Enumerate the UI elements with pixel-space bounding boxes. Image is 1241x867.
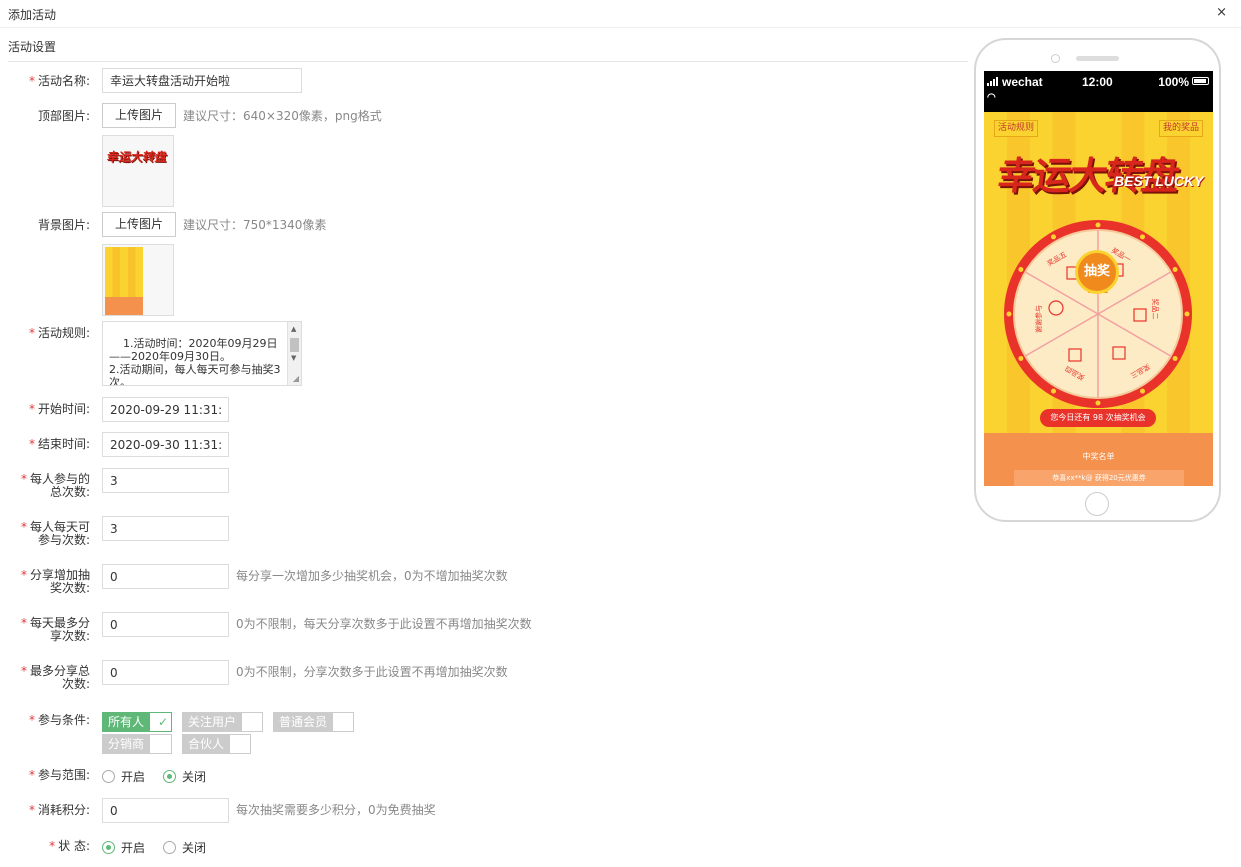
field-label: 顶部图片:: [37, 109, 90, 123]
bg-image-preview-bottom: [105, 297, 143, 315]
check-icon: ✓: [157, 715, 168, 729]
condition-label: 普通会员: [273, 712, 334, 732]
daily-times-input[interactable]: [102, 516, 229, 541]
share-add-hint: 每分享一次增加多少抽奖机会，0为不增加抽奖次数: [236, 569, 508, 583]
dialog-title: 添加活动: [8, 8, 57, 22]
bg-image-thumbnail[interactable]: [102, 244, 174, 316]
radio-label: 关闭: [182, 841, 207, 855]
signal-icon: [987, 77, 1000, 86]
activity-name-input[interactable]: [102, 68, 302, 93]
radio-circle: [102, 770, 115, 783]
wheel-segment-label: 奖品二: [1151, 299, 1160, 320]
form-row-top-image: 顶部图片: 上传图片 建议尺寸：640×320像素，png格式 幸运大转盘: [0, 103, 960, 207]
status-open-radio[interactable]: 开启: [102, 839, 145, 856]
field-label: * 消耗积分:: [28, 803, 90, 817]
scroll-down-icon[interactable]: ▼: [291, 354, 296, 362]
field-label: * 活动规则:: [28, 326, 90, 340]
scroll-thumb[interactable]: [290, 338, 299, 352]
daily-share-max-input[interactable]: [102, 612, 229, 637]
share-total-max-hint: 0为不限制，分享次数多于此设置不再增加抽奖次数: [236, 665, 508, 679]
total-times-input[interactable]: [102, 468, 229, 493]
end-time-input[interactable]: [102, 432, 229, 457]
carrier-name: wechat: [1002, 75, 1043, 89]
field-label: * 活动名称:: [28, 74, 90, 88]
wheel-segment-label: 谢谢参与: [1034, 305, 1043, 333]
top-image-hint: 建议尺寸：640×320像素，png格式: [183, 109, 382, 123]
home-button-icon: [1085, 492, 1109, 516]
condition-all[interactable]: 所有人 ✓: [102, 712, 172, 732]
status-time: 12:00: [1082, 75, 1113, 89]
prize-wheel: 奖品一 奖品二 奖品三 奖品四 谢谢参与 奖品五: [1004, 220, 1192, 408]
condition-members[interactable]: 普通会员: [273, 712, 354, 732]
field-label: * 每人参与的 总次数:: [20, 472, 90, 499]
rules-link[interactable]: 活动规则: [994, 120, 1039, 137]
rules-textarea[interactable]: 1.活动时间：2020年09月29日——2020年09月30日。 2.活动期间，…: [102, 321, 302, 386]
condition-label: 关注用户: [182, 712, 243, 732]
radio-label: 开启: [121, 841, 146, 855]
scroll-up-icon[interactable]: ▲: [291, 325, 296, 333]
phone-preview: wechat ◠ 12:00 100% 活动规则 我的奖品 幸运大转盘 BEST…: [974, 38, 1221, 522]
phone-status-bar: wechat ◠ 12:00 100%: [984, 71, 1213, 112]
field-label: * 状 态:: [49, 839, 90, 853]
field-label: 背景图片:: [37, 218, 90, 232]
points-hint: 每次抽奖需要多少积分，0为免费抽奖: [236, 803, 436, 817]
start-time-input[interactable]: [102, 397, 229, 422]
scope-open-radio[interactable]: 开启: [102, 768, 145, 785]
daily-share-max-hint: 0为不限制，每天分享次数多于此设置不再增加抽奖次数: [236, 617, 532, 631]
remaining-chances: 您今日还有 98 次抽奖机会: [1040, 409, 1156, 427]
scope-closed-radio[interactable]: 关闭: [163, 768, 206, 785]
status-closed-radio[interactable]: 关闭: [163, 839, 206, 856]
section-divider: [8, 61, 968, 62]
my-prizes-link[interactable]: 我的奖品: [1158, 120, 1203, 137]
share-add-input[interactable]: [102, 564, 229, 589]
condition-label: 合伙人: [182, 734, 231, 754]
field-label: * 每天最多分 享次数:: [20, 616, 90, 643]
winners-title: 中奖名单: [1082, 452, 1115, 461]
banner-subtitle: BEST LUCKY: [1114, 173, 1204, 189]
condition-distributors[interactable]: 分销商: [102, 734, 172, 754]
radio-label: 开启: [121, 770, 146, 784]
bg-image-hint: 建议尺寸：750*1340像素: [183, 218, 327, 232]
form-row-rules: * 活动规则: 1.活动时间：2020年09月29日——2020年09月30日。 …: [0, 321, 960, 386]
radio-circle: [163, 770, 176, 783]
radio-label: 关闭: [182, 770, 207, 784]
points-input[interactable]: [102, 798, 229, 823]
condition-partners[interactable]: 合伙人: [182, 734, 251, 754]
rules-text: 1.活动时间：2020年09月29日——2020年09月30日。 2.活动期间，…: [109, 337, 281, 386]
upload-top-image-button[interactable]: 上传图片: [102, 103, 176, 128]
close-icon[interactable]: ×: [1216, 6, 1227, 20]
field-label: * 开始时间:: [28, 402, 90, 416]
top-image-thumb-text: 幸运大转盘: [105, 150, 168, 164]
winners-row: 恭喜xx**k@ 获得20元优惠券: [1014, 470, 1184, 486]
field-label: * 分享增加抽 奖次数:: [20, 568, 90, 595]
radio-circle: [102, 841, 115, 854]
field-label: * 最多分享总 次数:: [20, 664, 90, 691]
top-image-thumbnail[interactable]: 幸运大转盘: [102, 135, 174, 207]
share-total-max-input[interactable]: [102, 660, 229, 685]
form-row-bg-image: 背景图片: 上传图片 建议尺寸：750*1340像素: [0, 212, 960, 316]
condition-label: 分销商: [102, 734, 151, 754]
phone-screen: wechat ◠ 12:00 100% 活动规则 我的奖品 幸运大转盘 BEST…: [984, 71, 1213, 486]
field-label: * 每人每天可 参与次数:: [20, 520, 90, 547]
draw-button[interactable]: 抽奖: [1075, 250, 1119, 294]
battery-icon: [1192, 77, 1209, 85]
camera-icon: [1051, 54, 1060, 63]
upload-bg-image-button[interactable]: 上传图片: [102, 212, 176, 237]
field-label: * 结束时间:: [28, 437, 90, 451]
condition-followers[interactable]: 关注用户: [182, 712, 263, 732]
dialog-header: 添加活动 ×: [0, 0, 1241, 28]
section-title: 活动设置: [8, 40, 57, 54]
battery-percent: 100%: [1158, 75, 1189, 89]
field-label: * 参与条件:: [28, 713, 90, 727]
resize-handle-icon[interactable]: ◢: [293, 375, 299, 383]
condition-label: 所有人: [102, 712, 151, 732]
field-label: * 参与范围:: [28, 768, 90, 782]
speaker-icon: [1076, 56, 1119, 61]
radio-circle: [163, 841, 176, 854]
wifi-icon: ◠: [987, 92, 996, 103]
